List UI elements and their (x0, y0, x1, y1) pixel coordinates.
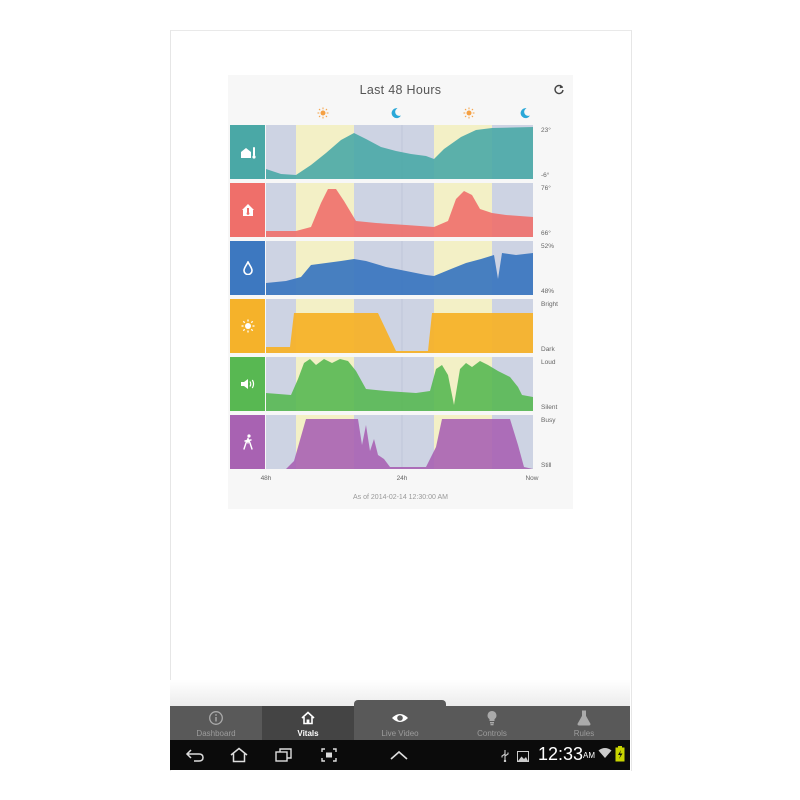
motion-plot (266, 415, 533, 469)
wifi-icon (598, 746, 612, 764)
battery-charging-icon (615, 746, 625, 767)
humidity-row: 52% 48% (228, 241, 573, 297)
tab-label: Live Video (381, 729, 419, 738)
sun-icon (463, 106, 475, 119)
outside-temperature-icon (230, 125, 265, 179)
vitals-card: Last 48 Hours 23° -6° 76° 66° 52% 48% Br… (228, 75, 573, 509)
tab-live-video[interactable]: Live Video (354, 706, 446, 740)
range-high-label: Loud (541, 359, 556, 366)
moon-icon (519, 106, 531, 119)
tab-dashboard[interactable]: Dashboard (170, 706, 262, 740)
status-ampm: AM (583, 751, 595, 760)
light-row: Bright Dark (228, 299, 573, 355)
back-icon[interactable] (184, 746, 206, 764)
tab-controls[interactable]: Controls (446, 706, 538, 740)
status-clock: 12:33 (538, 744, 584, 764)
eye-icon (354, 710, 446, 726)
bottom-tab-bar: Dashboard Vitals Live Video Controls Rul… (170, 706, 630, 740)
outside-temperature-row: 23° -6° (228, 125, 573, 181)
range-low-label: -6° (541, 172, 550, 179)
image-icon (517, 749, 529, 767)
inside-temperature-row: 76° 66° (228, 183, 573, 239)
tab-label: Vitals (297, 729, 319, 738)
flask-icon (538, 710, 630, 726)
android-navigation-bar: 12:33 AM (170, 740, 630, 770)
moon-icon (390, 106, 402, 119)
x-axis-label-end: Now (525, 475, 539, 482)
usb-icon (500, 749, 510, 767)
range-high-label: 52% (541, 243, 555, 250)
bulb-icon (446, 710, 538, 726)
inside-temperature-icon (230, 183, 265, 237)
light-plot (266, 299, 533, 353)
tab-label: Controls (477, 729, 507, 738)
outside-temperature-plot (266, 125, 533, 179)
light-icon (230, 299, 265, 353)
refresh-icon[interactable] (553, 83, 565, 95)
screenshot-icon[interactable] (318, 746, 340, 764)
humidity-icon (230, 241, 265, 295)
motion-icon (230, 415, 265, 469)
tab-label: Dashboard (196, 729, 236, 738)
range-high-label: Busy (541, 417, 556, 424)
x-axis-label-mid: 24h (396, 475, 408, 482)
motion-row: Busy Still (228, 415, 573, 471)
range-high-label: 76° (541, 185, 551, 192)
range-low-label: 66° (541, 230, 551, 237)
sound-plot (266, 357, 533, 411)
humidity-plot (266, 241, 533, 295)
card-title: Last 48 Hours (359, 83, 442, 97)
range-high-label: Bright (541, 301, 558, 308)
x-axis-label-start: 48h (260, 475, 272, 482)
info-icon (170, 710, 262, 726)
inside-temperature-plot (266, 183, 533, 237)
range-low-label: Dark (541, 346, 555, 353)
sound-row: Loud Silent (228, 357, 573, 413)
tab-rules[interactable]: Rules (538, 706, 630, 740)
range-low-label: Still (541, 462, 552, 469)
sun-icon (317, 106, 329, 119)
tab-vitals[interactable]: Vitals (262, 706, 354, 740)
home-button-icon[interactable] (228, 746, 250, 764)
tab-label: Rules (573, 729, 595, 738)
range-low-label: 48% (541, 288, 555, 295)
recent-apps-icon[interactable] (273, 746, 295, 764)
range-low-label: Silent (541, 404, 558, 411)
home-icon (262, 710, 354, 726)
range-high-label: 23° (541, 127, 551, 134)
as-of-timestamp: As of 2014-02-14 12:30:00 AM (353, 494, 448, 501)
sound-icon (230, 357, 265, 411)
chevron-up-icon[interactable] (388, 746, 410, 764)
